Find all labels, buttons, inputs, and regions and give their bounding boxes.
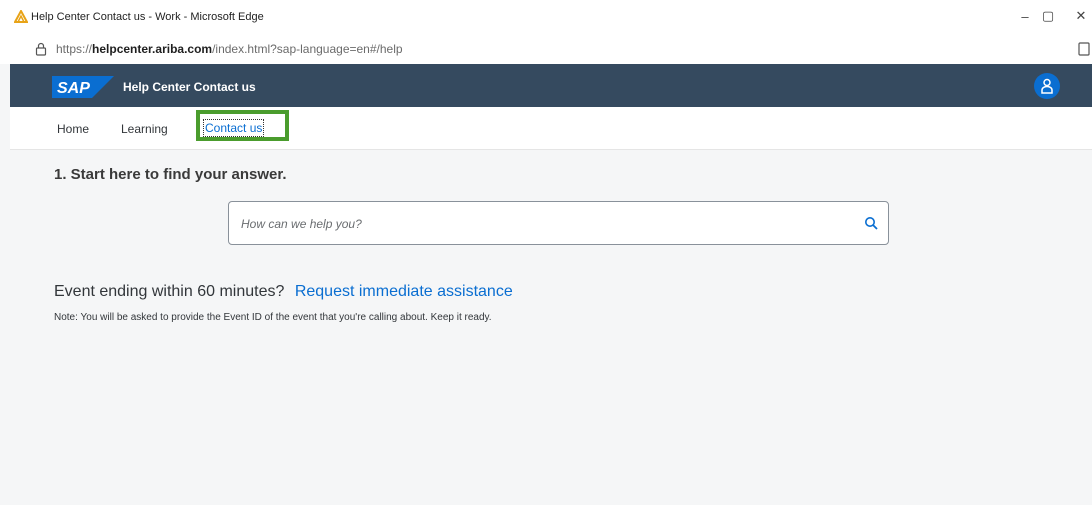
nav-learning[interactable]: Learning: [121, 122, 168, 136]
search-box[interactable]: [228, 201, 889, 245]
request-assistance-link[interactable]: Request immediate assistance: [295, 283, 513, 300]
window-title: Help Center Contact us - Work - Microsof…: [31, 11, 264, 23]
event-question: Event ending within 60 minutes?: [54, 283, 285, 300]
user-icon: [1041, 78, 1053, 94]
url-prefix: https://: [56, 42, 93, 56]
header-title: Help Center Contact us: [123, 80, 256, 94]
search-input[interactable]: [239, 212, 843, 236]
top-nav: Home Learning Contact us: [10, 107, 1092, 150]
event-line: Event ending within 60 minutes? Request …: [54, 283, 513, 301]
sap-logo[interactable]: SAP: [52, 76, 114, 98]
address-bar[interactable]: https://helpcenter.ariba.com/index.html?…: [0, 34, 1092, 64]
lock-icon[interactable]: [35, 42, 47, 56]
user-avatar[interactable]: [1034, 73, 1060, 99]
sap-logo-text: SAP: [57, 80, 90, 97]
reader-view-icon[interactable]: [1078, 42, 1090, 56]
url-text[interactable]: https://helpcenter.ariba.com/index.html?…: [56, 42, 403, 56]
close-button[interactable]: ✕: [1070, 6, 1092, 26]
browser-icon: [14, 10, 28, 23]
minimize-button[interactable]: –: [1014, 6, 1036, 26]
event-note: Note: You will be asked to provide the E…: [54, 312, 492, 323]
window-title-bar: Help Center Contact us - Work - Microsof…: [0, 0, 1092, 34]
page-heading: 1. Start here to find your answer.: [54, 166, 287, 183]
nav-home[interactable]: Home: [57, 122, 89, 136]
url-path: /index.html?sap-language=en#/help: [212, 42, 403, 56]
app-header: SAP Help Center Contact us: [10, 64, 1092, 107]
url-host: helpcenter.ariba.com: [92, 42, 213, 56]
nav-contact-us[interactable]: Contact us: [203, 119, 265, 137]
search-icon[interactable]: [864, 216, 878, 230]
maximize-button[interactable]: ▢: [1037, 6, 1059, 26]
